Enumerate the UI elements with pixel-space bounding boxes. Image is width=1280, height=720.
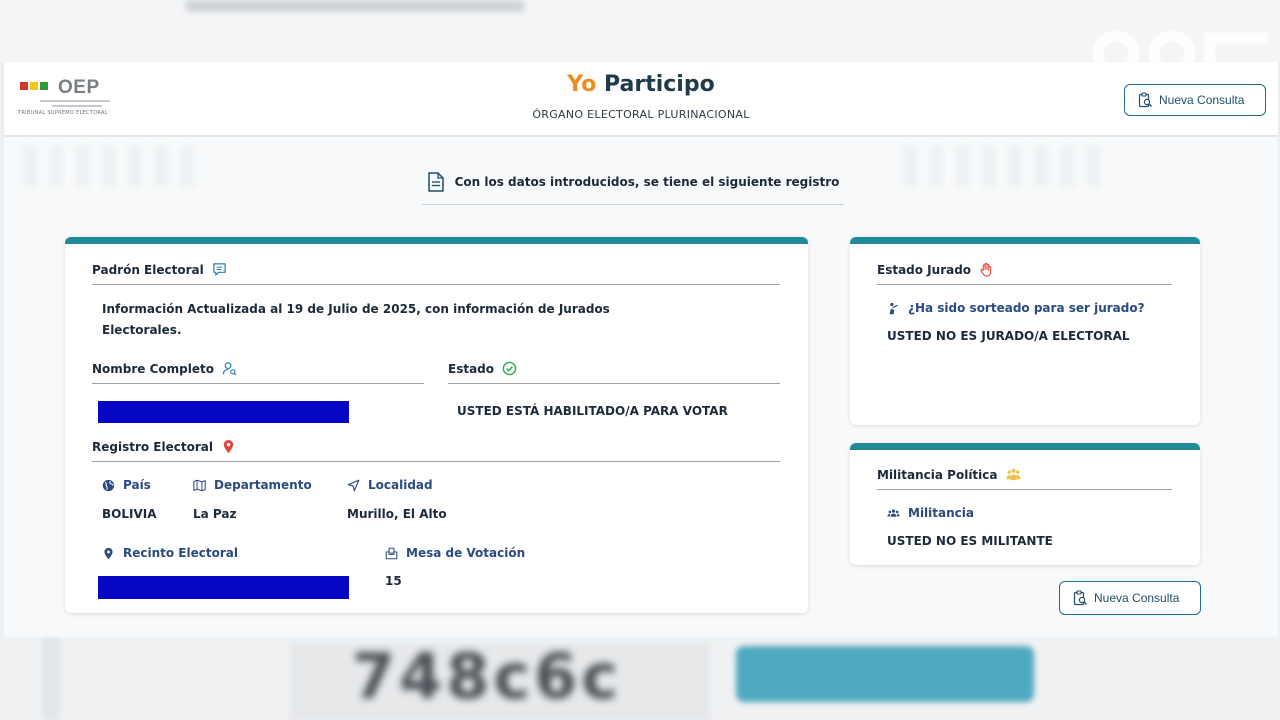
title-yo: Yo bbox=[567, 72, 597, 97]
recinto-label-text: Recinto Electoral bbox=[123, 546, 238, 560]
result-notice: Con los datos introducidos, se tiene el … bbox=[422, 159, 844, 205]
group-people-icon bbox=[1005, 468, 1021, 481]
map-icon bbox=[193, 479, 206, 491]
localidad-label: Localidad bbox=[347, 478, 433, 492]
new-query-label: Nueva Consulta bbox=[1094, 591, 1180, 605]
check-circle-icon bbox=[502, 361, 517, 376]
navigation-arrow-icon bbox=[347, 479, 360, 491]
header-new-query-button[interactable]: Nueva Consulta bbox=[1124, 84, 1266, 116]
departamento-value: La Paz bbox=[193, 507, 237, 521]
jurado-question-text: ¿Ha sido sorteado para ser jurado? bbox=[908, 301, 1145, 315]
padron-electoral-card: Padrón Electoral Información Actualizada… bbox=[65, 237, 808, 613]
document-icon bbox=[427, 171, 444, 192]
blurred-panel bbox=[42, 638, 60, 720]
app-header: OEP TRIBUNAL SUPREMO ELECTORAL Yo Partic… bbox=[4, 62, 1278, 136]
raised-hand-icon bbox=[980, 262, 992, 277]
location-pin-icon bbox=[104, 547, 113, 559]
militancia-label-text: Militancia bbox=[908, 506, 974, 520]
chat-message-icon bbox=[212, 263, 226, 276]
map-pin-icon bbox=[223, 439, 234, 454]
bottom-blurred-strip: 748c6c bbox=[0, 638, 1280, 720]
pais-label: País bbox=[102, 478, 151, 492]
localidad-value: Murillo, El Alto bbox=[347, 507, 447, 521]
redacted-recinto bbox=[98, 576, 349, 599]
padron-info-text-line2: Electorales. bbox=[102, 323, 182, 337]
globe-icon bbox=[102, 479, 115, 491]
localidad-label-text: Localidad bbox=[368, 478, 433, 492]
background-ghost: ▌▌▌▌▌▌▌▌ bbox=[904, 147, 1114, 187]
mesa-label: Mesa de Votación bbox=[385, 546, 525, 560]
brand: Yo Participo ÓRGANO ELECTORAL PLURINACIO… bbox=[4, 72, 1278, 121]
militancia-section-title: Militancia Política bbox=[877, 467, 1172, 490]
departamento-label-text: Departamento bbox=[214, 478, 312, 492]
estado-jurado-card: Estado Jurado ¿Ha sido sorteado para ser… bbox=[850, 237, 1200, 425]
ballot-box-icon bbox=[385, 547, 398, 559]
background-ghost: ▌▌▌▌▌▌▌ bbox=[24, 147, 208, 187]
mesa-label-text: Mesa de Votación bbox=[406, 546, 526, 560]
jurado-question: ¿Ha sido sorteado para ser jurado? bbox=[887, 301, 1145, 315]
page-subtitle: ÓRGANO ELECTORAL PLURINACIONAL bbox=[532, 108, 750, 121]
registro-title-text: Registro Electoral bbox=[92, 439, 213, 454]
padron-info-text: Información Actualizada al 19 de Julio d… bbox=[102, 302, 610, 316]
clipboard-search-icon bbox=[1138, 92, 1152, 108]
recinto-label: Recinto Electoral bbox=[102, 546, 238, 560]
redacted-full-name bbox=[98, 401, 349, 423]
page-title: Yo Participo bbox=[4, 72, 1278, 97]
departamento-label: Departamento bbox=[193, 478, 312, 492]
estado-label: Estado bbox=[448, 361, 495, 376]
padron-section-title: Padrón Electoral bbox=[92, 262, 780, 285]
militancia-value: USTED NO ES MILITANTE bbox=[887, 534, 1053, 548]
registro-electoral-title: Registro Electoral bbox=[92, 439, 780, 462]
jurado-title-text: Estado Jurado bbox=[877, 262, 972, 277]
new-query-button[interactable]: Nueva Consulta bbox=[1059, 581, 1201, 615]
blurred-submit-button[interactable] bbox=[736, 646, 1034, 702]
people-icon bbox=[887, 508, 900, 517]
pais-label-text: País bbox=[123, 478, 151, 492]
padron-title-text: Padrón Electoral bbox=[92, 262, 204, 277]
notice-text: Con los datos introducidos, se tiene el … bbox=[454, 174, 840, 189]
jurado-value: USTED NO ES JURADO/A ELECTORAL bbox=[887, 329, 1130, 343]
militancia-label: Militancia bbox=[887, 506, 974, 520]
user-search-icon bbox=[222, 362, 237, 376]
header-new-query-label: Nueva Consulta bbox=[1159, 93, 1245, 107]
mesa-value: 15 bbox=[385, 574, 402, 588]
title-participo: Participo bbox=[596, 72, 715, 97]
blurred-text bbox=[185, 0, 525, 12]
pais-value: BOLIVIA bbox=[102, 507, 157, 521]
estado-title: Estado bbox=[448, 361, 780, 384]
gavel-person-icon bbox=[889, 302, 898, 314]
clipboard-search-icon bbox=[1073, 590, 1087, 606]
nombre-completo-title: Nombre Completo bbox=[92, 361, 424, 384]
top-blurred-strip bbox=[0, 0, 1280, 72]
militancia-politica-card: Militancia Política Militancia USTED NO bbox=[850, 443, 1200, 565]
results-area: ▌▌▌▌▌▌▌ ▌▌▌▌▌▌▌▌ Con los datos introduci… bbox=[4, 137, 1278, 637]
jurado-section-title: Estado Jurado bbox=[877, 262, 1172, 285]
captcha-text: 748c6c bbox=[352, 640, 623, 713]
estado-value: USTED ESTÁ HABILITADO/A PARA VOTAR bbox=[457, 404, 728, 418]
militancia-title-text: Militancia Política bbox=[877, 467, 998, 482]
nombre-label: Nombre Completo bbox=[92, 361, 214, 376]
